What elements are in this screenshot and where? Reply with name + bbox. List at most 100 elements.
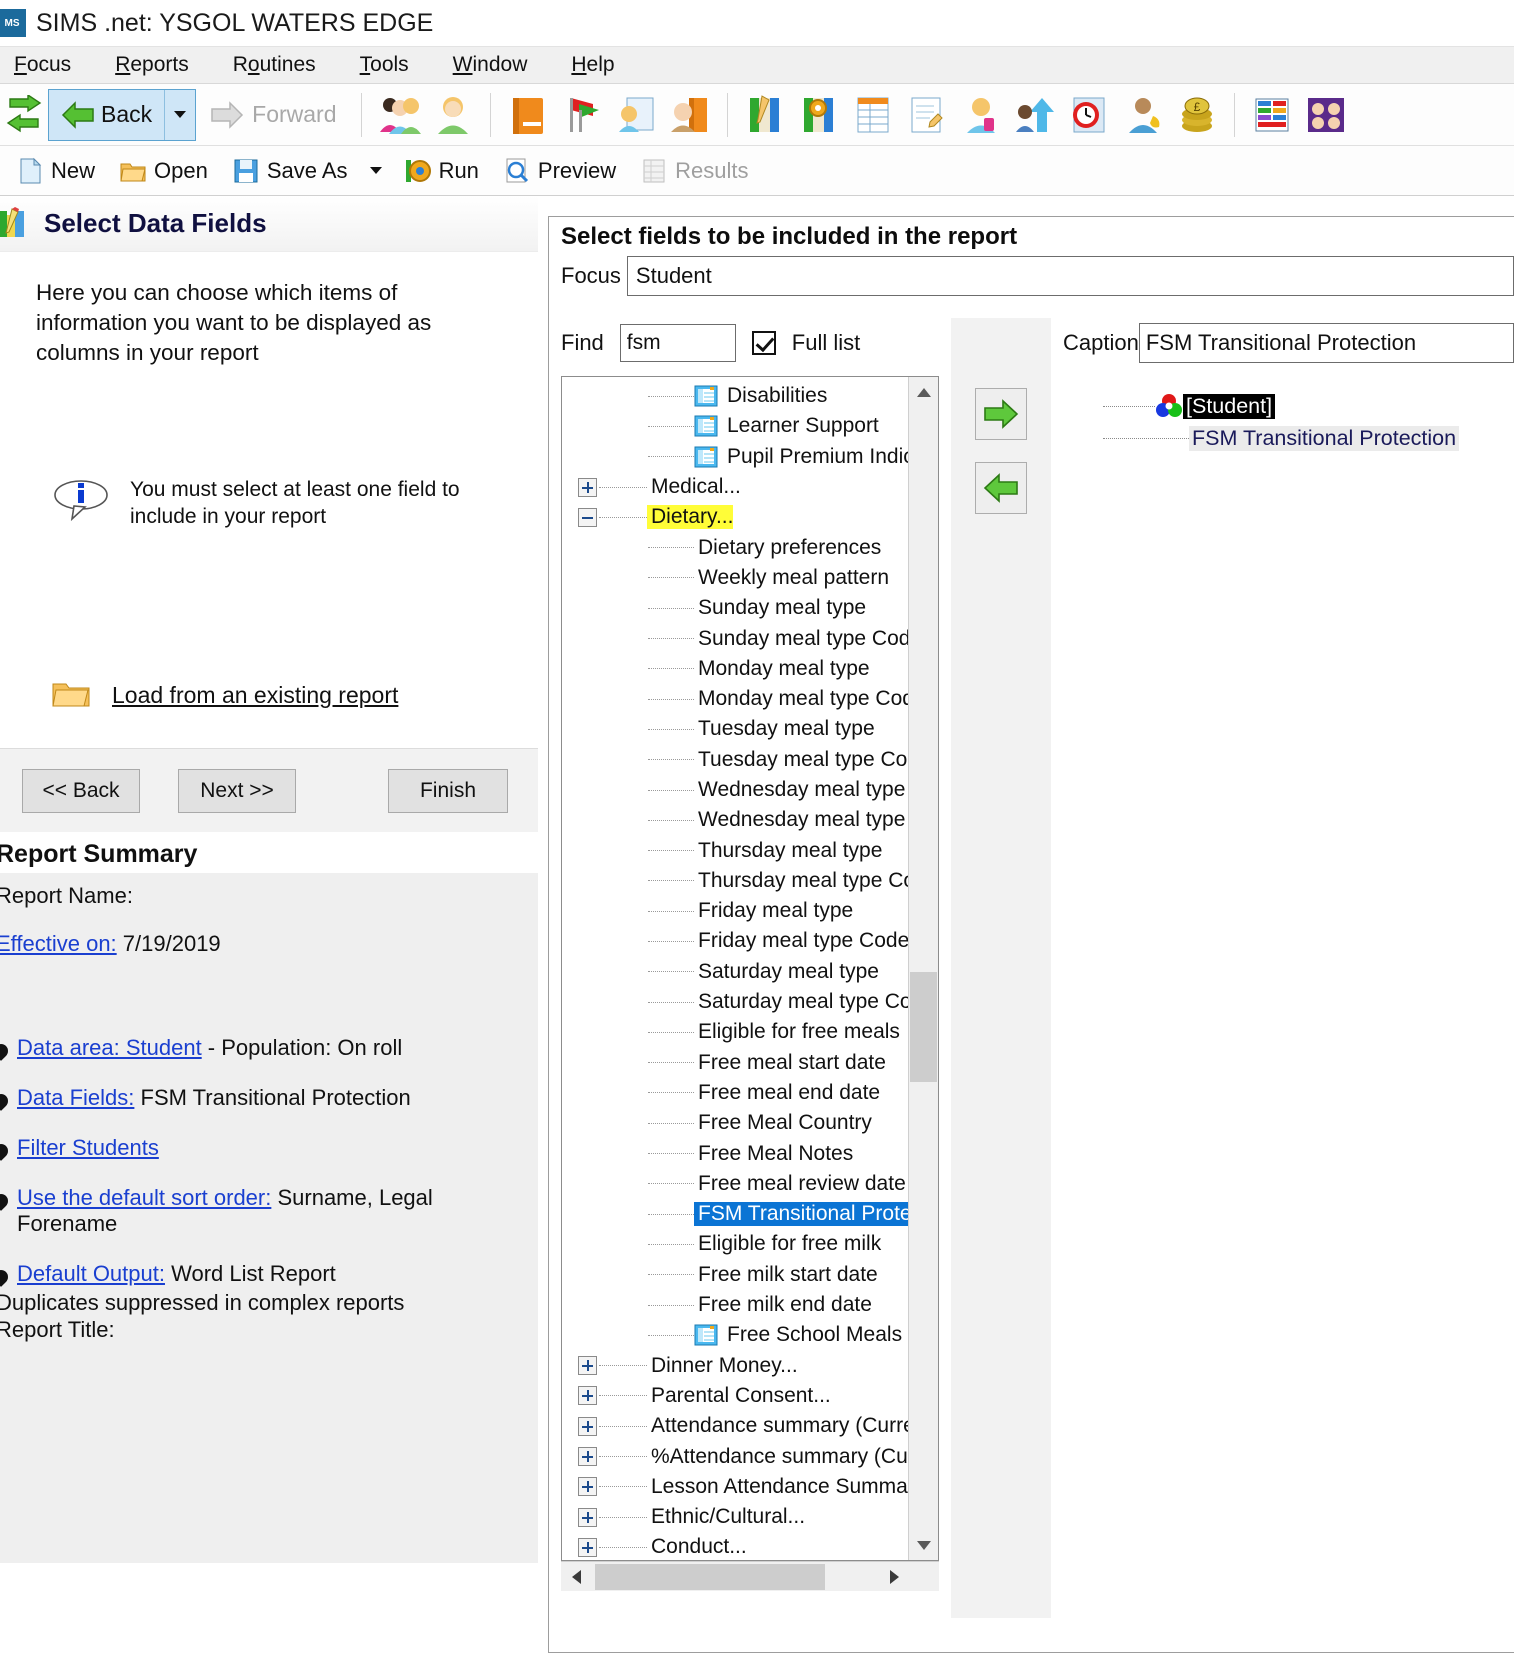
reports-grid-icon[interactable] xyxy=(1249,92,1295,138)
scroll-right-button[interactable] xyxy=(879,1562,909,1592)
tree-node[interactable]: Sunday meal type Cod xyxy=(562,623,908,653)
save-as-dropdown[interactable] xyxy=(360,146,392,195)
summary-bullet[interactable]: Use the default sort order: Surname, Leg… xyxy=(0,1185,538,1237)
marksheet-icon[interactable] xyxy=(559,92,605,138)
expand-icon[interactable] xyxy=(578,1417,597,1436)
tree-node[interactable]: Saturday meal type Co xyxy=(562,987,908,1017)
menu-help[interactable]: Help xyxy=(549,51,636,79)
scrollbar-thumb[interactable] xyxy=(910,972,937,1082)
tree-node[interactable]: Monday meal type Cod xyxy=(562,684,908,714)
summary-bullet[interactable]: Data Fields: FSM Transitional Protection xyxy=(0,1085,538,1111)
students-icon[interactable] xyxy=(376,92,422,138)
focus-input[interactable] xyxy=(627,256,1514,296)
diary-icon[interactable] xyxy=(505,92,551,138)
pencil-book-icon[interactable] xyxy=(742,92,788,138)
menu-focus[interactable]: Focus xyxy=(0,51,93,79)
bullet-link[interactable]: Default Output: xyxy=(17,1261,165,1286)
find-input[interactable] xyxy=(620,324,736,362)
tree-node[interactable]: Free meal end date xyxy=(562,1078,908,1108)
summary-bullet[interactable]: Default Output: Word List Report xyxy=(0,1261,538,1287)
menu-reports[interactable]: Reports xyxy=(93,51,211,79)
full-list-checkbox[interactable] xyxy=(752,331,776,355)
next-wizard-button[interactable]: Next >> xyxy=(178,769,296,813)
menu-window[interactable]: Window xyxy=(431,51,550,79)
bullet-link[interactable]: Data Fields: xyxy=(17,1085,134,1110)
tree-node[interactable]: Tuesday meal type xyxy=(562,714,908,744)
tree-node[interactable]: Dietary... xyxy=(562,502,908,532)
expand-icon[interactable] xyxy=(578,1386,597,1405)
tree-node[interactable]: Conduct... xyxy=(562,1532,908,1560)
scroll-down-button[interactable] xyxy=(909,1530,939,1560)
home-nav-icon[interactable] xyxy=(6,95,42,135)
new-button[interactable]: New xyxy=(4,146,107,195)
faces-icon[interactable] xyxy=(1303,92,1349,138)
tree-node[interactable]: Thursday meal type Co xyxy=(562,866,908,896)
expand-icon[interactable] xyxy=(578,478,597,497)
tree-node[interactable]: Wednesday meal type xyxy=(562,805,908,835)
tree-node[interactable]: FSM Transitional Prote xyxy=(562,1199,908,1229)
field-tree-items[interactable]: DisabilitiesLearner SupportPupil Premium… xyxy=(562,377,908,1560)
tree-node[interactable]: Learner Support xyxy=(562,411,908,441)
tree-node[interactable]: Eligible for free milk xyxy=(562,1229,908,1259)
save-as-button[interactable]: Save As xyxy=(220,146,360,195)
bullet-link[interactable]: Filter Students xyxy=(17,1135,159,1160)
tree-node[interactable]: Thursday meal type xyxy=(562,835,908,865)
scroll-up-button[interactable] xyxy=(909,377,939,407)
tree-node[interactable]: Disabilities xyxy=(562,381,908,411)
tree-node[interactable]: Weekly meal pattern xyxy=(562,563,908,593)
tree-node[interactable]: Free Meal Notes xyxy=(562,1138,908,1168)
staff-icon[interactable] xyxy=(1120,92,1166,138)
tree-node[interactable]: Wednesday meal type xyxy=(562,775,908,805)
expand-icon[interactable] xyxy=(578,1477,597,1496)
summary-bullet[interactable]: Filter Students xyxy=(0,1135,538,1161)
menu-routines[interactable]: Routines xyxy=(211,51,338,79)
assessment-icon[interactable] xyxy=(613,92,659,138)
pupil-icon[interactable] xyxy=(958,92,1004,138)
tree-node[interactable]: Free milk start date xyxy=(562,1260,908,1290)
tree-node[interactable]: Monday meal type xyxy=(562,654,908,684)
tree-node[interactable]: Tuesday meal type Co xyxy=(562,745,908,775)
run-button[interactable]: Run xyxy=(392,146,491,195)
dinner-money-icon[interactable]: £ xyxy=(1174,92,1220,138)
load-existing-report-row[interactable]: Load from an existing report xyxy=(36,680,508,710)
selected-field-node[interactable]: FSM Transitional Protection xyxy=(1063,422,1514,454)
promote-icon[interactable] xyxy=(1012,92,1058,138)
registers-icon[interactable] xyxy=(667,92,713,138)
tree-node[interactable]: %Attendance summary (Cu xyxy=(562,1441,908,1471)
tree-node[interactable]: Saturday meal type xyxy=(562,957,908,987)
tree-node[interactable]: Lesson Attendance Summa xyxy=(562,1472,908,1502)
student-icon[interactable] xyxy=(430,92,476,138)
tree-node[interactable]: Attendance summary (Curre xyxy=(562,1411,908,1441)
timetable-icon[interactable] xyxy=(850,92,896,138)
expand-icon[interactable] xyxy=(578,1447,597,1466)
tree-node[interactable]: Eligible for free meals xyxy=(562,1017,908,1047)
tree-node[interactable]: Friday meal type xyxy=(562,896,908,926)
back-button[interactable]: Back xyxy=(49,90,165,140)
tree-node[interactable]: Medical... xyxy=(562,472,908,502)
expand-icon[interactable] xyxy=(578,1538,597,1557)
caption-input[interactable] xyxy=(1139,323,1514,363)
back-wizard-button[interactable]: << Back xyxy=(22,769,140,813)
field-tree[interactable]: DisabilitiesLearner SupportPupil Premium… xyxy=(561,376,939,1561)
field-tree-vertical-scrollbar[interactable] xyxy=(908,377,938,1560)
effective-on-label[interactable]: Effective on: xyxy=(0,931,117,956)
tree-node[interactable]: Dietary preferences xyxy=(562,532,908,562)
attendance-clock-icon[interactable] xyxy=(1066,92,1112,138)
expand-icon[interactable] xyxy=(578,1508,597,1527)
menu-tools[interactable]: Tools xyxy=(338,51,431,79)
preview-button[interactable]: Preview xyxy=(491,146,628,195)
expand-icon[interactable] xyxy=(578,1356,597,1375)
tree-node[interactable]: Free Meal Country xyxy=(562,1108,908,1138)
tree-node[interactable]: Free School Meals Hist xyxy=(562,1320,908,1350)
summary-bullet[interactable]: Data area: Student - Population: On roll xyxy=(0,1035,538,1061)
tree-node[interactable]: Free meal start date xyxy=(562,1048,908,1078)
load-existing-report-link[interactable]: Load from an existing report xyxy=(112,682,398,709)
tree-node[interactable]: Pupil Premium Indicato xyxy=(562,442,908,472)
add-field-button[interactable] xyxy=(975,388,1027,440)
selected-fields-tree[interactable]: [Student] FSM Transitional Protection xyxy=(1063,380,1514,1565)
field-tree-horizontal-scrollbar[interactable] xyxy=(561,1561,939,1591)
tree-node[interactable]: Parental Consent... xyxy=(562,1381,908,1411)
scrollbar-thumb[interactable] xyxy=(595,1564,825,1590)
selected-root-node[interactable]: [Student] xyxy=(1063,390,1514,422)
back-button-group[interactable]: Back xyxy=(48,89,196,141)
